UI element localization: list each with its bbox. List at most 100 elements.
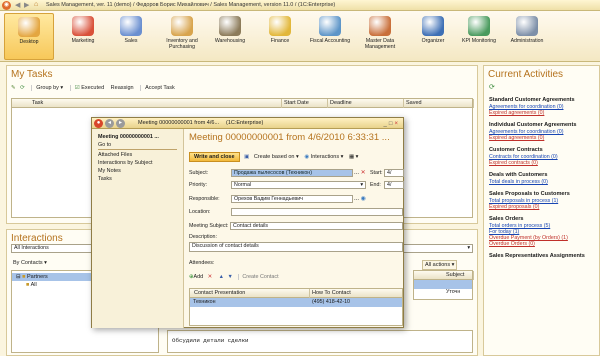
description-field[interactable]: Discussion of contact details bbox=[189, 242, 403, 252]
table-row[interactable]: Техникон (495) 418-42-10 bbox=[190, 298, 402, 307]
meeting-nav: Meeting 00000000001 ... Go to Attached F… bbox=[92, 129, 184, 328]
section-sales[interactable]: Sales bbox=[106, 13, 156, 60]
meeting-window-app: (1C:Enterprise) bbox=[226, 120, 264, 126]
nav-tasks[interactable]: Tasks bbox=[98, 175, 177, 183]
priority-label: Priority: bbox=[189, 182, 207, 188]
sales-icon bbox=[120, 16, 142, 36]
tasks-col-saved[interactable]: Saved bbox=[404, 99, 474, 108]
nav-my-notes[interactable]: My Notes bbox=[98, 167, 177, 175]
activity-link[interactable]: Overdue Orders (0) bbox=[489, 241, 599, 247]
col-subject[interactable]: Subject bbox=[444, 271, 474, 280]
start-field[interactable]: 4/ bbox=[384, 169, 404, 177]
section-master-data[interactable]: Master Data Management bbox=[355, 13, 405, 60]
interaction-memo: Обсудили детали сделки bbox=[167, 330, 473, 353]
section-marketing[interactable]: Marketing bbox=[58, 13, 108, 60]
forward-icon[interactable]: ▸ bbox=[116, 119, 125, 128]
nav-interactions-by-subject[interactable]: Interactions by Subject bbox=[98, 159, 177, 167]
activity-link[interactable]: Expired agreements (0) bbox=[489, 110, 599, 116]
responsible-field[interactable]: Орехов Вадим Геннадьевич bbox=[231, 195, 353, 203]
meeting-subject-field[interactable]: Contact details bbox=[230, 222, 403, 230]
activity-group-title: Sales Representatives Assignments bbox=[489, 253, 585, 259]
kpi-icon bbox=[468, 16, 490, 36]
refresh-icon[interactable]: ⟳ bbox=[20, 85, 25, 91]
subject-field[interactable]: Продажа пылесосов (Техникон) bbox=[231, 169, 353, 177]
section-inventory[interactable]: Inventory and Purchasing bbox=[157, 13, 207, 60]
tasks-table-header: Task Start Date Deadline Saved bbox=[12, 99, 474, 108]
priority-select[interactable]: Normal ▾ bbox=[231, 181, 366, 189]
save-icon[interactable]: ▣ bbox=[244, 154, 249, 160]
delete-icon[interactable]: ✕ bbox=[208, 274, 213, 280]
executed-button[interactable]: ☑ Executed bbox=[69, 85, 105, 91]
move-down-icon[interactable]: ▼ bbox=[228, 274, 233, 280]
group-by-button[interactable]: Group by ▾ bbox=[31, 85, 64, 91]
back-icon[interactable]: ◂ bbox=[105, 119, 114, 128]
expand-icon[interactable]: ⊟ bbox=[16, 274, 21, 280]
create-based-on-button[interactable]: Create based on ▾ bbox=[254, 154, 299, 160]
nav-head[interactable]: Meeting 00000000001 ... bbox=[98, 133, 177, 141]
app-menu-icon[interactable]: ◉ bbox=[2, 1, 11, 10]
start-label: Start: bbox=[370, 170, 383, 176]
tasks-col-start[interactable]: Start Date bbox=[282, 99, 328, 108]
subject-select-icon[interactable]: ... ✕ bbox=[354, 169, 366, 176]
folder-icon: ■ bbox=[26, 282, 30, 288]
activity-link[interactable]: Expired agreements (0) bbox=[489, 135, 599, 141]
location-field[interactable] bbox=[231, 208, 403, 216]
col-contact-presentation[interactable]: Contact Presentation bbox=[192, 289, 310, 298]
create-contact-button[interactable]: Create Contact bbox=[238, 274, 279, 280]
activity-link[interactable]: Expired contracts (0) bbox=[489, 160, 599, 166]
section-warehouse[interactable]: Warehousing bbox=[205, 13, 255, 60]
by-contacts-dropdown[interactable]: By Contacts ▾ bbox=[13, 260, 47, 266]
section-desktop[interactable]: Desktop bbox=[4, 13, 54, 60]
refresh-icon[interactable]: ⟳ bbox=[484, 83, 599, 91]
responsible-select-icon[interactable]: ... ◉ bbox=[354, 195, 366, 202]
activity-group-title: Customer Contracts bbox=[489, 147, 543, 153]
fiscal-icon bbox=[319, 16, 341, 36]
section-fiscal[interactable]: Fiscal Accounting bbox=[305, 13, 355, 60]
home-icon[interactable]: ⌂ bbox=[34, 1, 38, 8]
close-icon[interactable]: × bbox=[394, 121, 400, 127]
subject-label: Subject: bbox=[189, 170, 209, 176]
accept-task-button[interactable]: Accept Task bbox=[140, 85, 175, 91]
more-actions-icon[interactable]: ▦ ▾ bbox=[349, 154, 359, 160]
tasks-col-deadline[interactable]: Deadline bbox=[328, 99, 404, 108]
interactions-table[interactable]: Subject Уточн bbox=[413, 270, 474, 300]
section-label: Warehousing bbox=[214, 38, 246, 44]
activity-link[interactable]: Total deals in process (0) bbox=[489, 179, 599, 185]
section-label: Finance bbox=[270, 38, 290, 44]
write-and-close-button[interactable]: Write and close bbox=[189, 152, 240, 162]
section-label: Desktop bbox=[19, 39, 39, 45]
add-attendee-button[interactable]: ⊕Add bbox=[189, 274, 203, 280]
window-titlebar: ◉ ◀ ▶ ⌂ Sales Management, ver. 11 (demo)… bbox=[0, 0, 600, 11]
activity-link[interactable]: Expired proposals (0) bbox=[489, 204, 599, 210]
move-up-icon[interactable]: ▲ bbox=[219, 274, 224, 280]
attendees-table-header: Contact Presentation How To Contact bbox=[190, 289, 402, 298]
col-how-to-contact[interactable]: How To Contact bbox=[310, 289, 404, 298]
back-icon[interactable]: ◀ bbox=[15, 1, 20, 9]
meeting-window: ● ◂ ▸ Meeting 00000000001 from 4/6... (1… bbox=[91, 117, 404, 328]
location-label: Location: bbox=[189, 209, 211, 215]
forward-icon[interactable]: ▶ bbox=[24, 1, 29, 9]
end-field[interactable]: 4/ bbox=[384, 181, 404, 189]
reassign-button[interactable]: Reassign bbox=[111, 85, 134, 91]
all-actions-button[interactable]: All actions ▾ bbox=[422, 260, 458, 270]
edit-icon[interactable]: ✎ bbox=[11, 85, 16, 91]
section-kpi[interactable]: KPI Monitoring bbox=[454, 13, 504, 60]
current-activities-title: Current Activities bbox=[488, 69, 564, 80]
meeting-window-titlebar: ● ◂ ▸ Meeting 00000000001 from 4/6... (1… bbox=[92, 118, 403, 129]
responsible-label: Responsible: bbox=[189, 196, 220, 202]
table-row[interactable]: Уточн bbox=[414, 289, 472, 298]
tasks-toolbar: ✎ ⟳ Group by ▾ ☑ Executed Reassign Accep… bbox=[7, 83, 477, 93]
table-row[interactable] bbox=[414, 280, 472, 289]
section-organizer[interactable]: Organizer bbox=[408, 13, 458, 60]
window-menu-icon[interactable]: ● bbox=[94, 119, 103, 128]
attendees-table[interactable]: Contact Presentation How To Contact Техн… bbox=[189, 288, 403, 326]
section-label: Master Data Management bbox=[364, 38, 396, 50]
section-label: Fiscal Accounting bbox=[309, 38, 351, 44]
section-administration[interactable]: Administration bbox=[502, 13, 552, 60]
section-finance[interactable]: Finance bbox=[255, 13, 305, 60]
inventory-icon bbox=[171, 16, 193, 36]
tasks-col-task[interactable]: Task bbox=[30, 99, 282, 108]
nav-attached-files[interactable]: Attached Files bbox=[98, 151, 177, 159]
administration-icon bbox=[516, 16, 538, 36]
interactions-button[interactable]: ◉ Interactions ▾ bbox=[304, 154, 343, 160]
